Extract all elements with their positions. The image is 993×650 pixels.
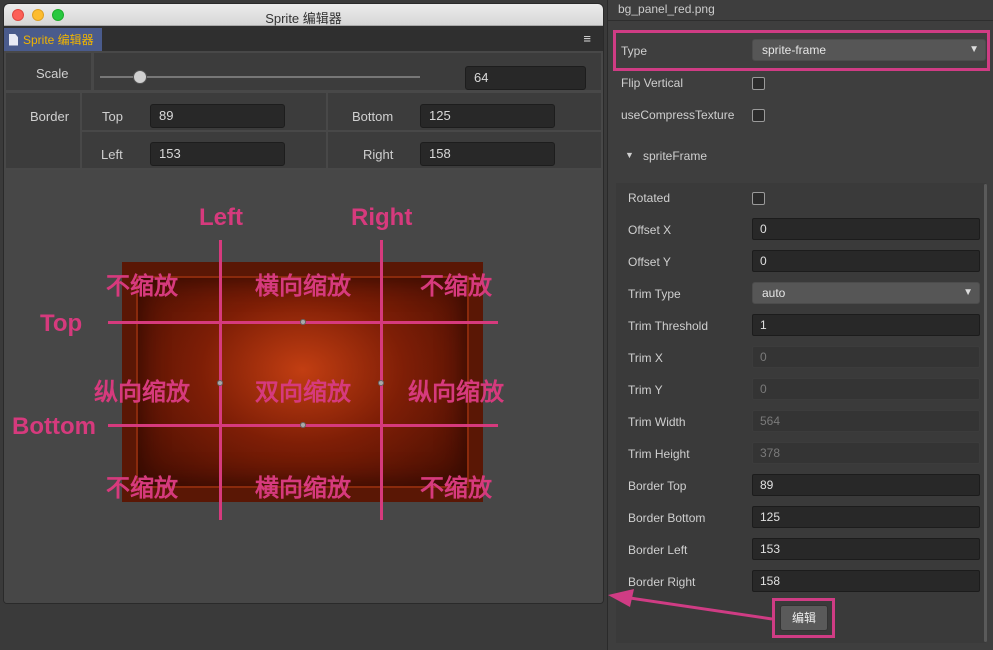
left-label: Left (101, 147, 123, 162)
trim-width-input: 564 (752, 410, 980, 432)
scale-slider-thumb[interactable] (133, 70, 147, 84)
tab-label: Sprite 编辑器 (23, 33, 94, 47)
border-left-input[interactable]: 153 (752, 538, 980, 560)
flip-vertical-label: Flip Vertical (621, 76, 684, 90)
type-highlight-box (613, 30, 990, 71)
border-left-label: Border Left (628, 543, 688, 557)
zone-bottom-left: 不缩放 (106, 475, 178, 502)
top-edge-label: Top (40, 310, 83, 337)
scale-input[interactable]: 64 (465, 66, 586, 90)
compress-texture-label: useCompressTexture (621, 108, 735, 122)
trim-width-label: Trim Width (628, 415, 686, 429)
zone-top-right: 不缩放 (420, 273, 492, 300)
zone-middle-right: 纵向缩放 (408, 379, 504, 406)
top-input[interactable]: 89 (150, 104, 285, 128)
zone-center: 双向缩放 (255, 379, 351, 406)
left-handle[interactable] (217, 380, 223, 386)
border-bottom-input[interactable]: 125 (752, 506, 980, 528)
dropdown-arrow-icon: ▼ (963, 287, 973, 298)
left-edge-label: Left (199, 204, 243, 231)
annotation-arrow-icon (608, 589, 773, 621)
collapse-triangle-icon[interactable]: ▼ (625, 150, 634, 160)
zone-top-left: 不缩放 (106, 273, 178, 300)
bottom-edge-label: Bottom (12, 413, 96, 440)
top-label: Top (102, 109, 123, 124)
border-bottom-label: Border Bottom (628, 511, 706, 525)
rotated-checkbox[interactable] (752, 192, 765, 205)
zone-middle-left: 纵向缩放 (94, 379, 190, 406)
document-icon (9, 33, 18, 46)
trim-type-label: Trim Type (628, 287, 681, 301)
offset-x-input[interactable]: 0 (752, 218, 980, 240)
divider (608, 20, 993, 21)
rotated-label: Rotated (628, 191, 671, 205)
trim-type-select[interactable]: auto ▼ (752, 282, 980, 304)
border-properties: Scale 64 Border Top 89 Bottom 125 Left 1… (4, 51, 603, 170)
inspector-panel: bg_panel_red.png Type sprite-frame ▼ Fli… (607, 0, 993, 650)
offset-y-label: Offset Y (628, 255, 671, 269)
right-label: Right (363, 147, 394, 162)
offset-y-input[interactable]: 0 (752, 250, 980, 272)
title-bar[interactable]: Sprite 编辑器 (4, 4, 603, 26)
bottom-label: Bottom (352, 109, 394, 124)
window-title: Sprite 编辑器 (265, 11, 342, 26)
compress-texture-checkbox[interactable] (752, 109, 765, 122)
trim-height-label: Trim Height (628, 447, 690, 461)
trim-x-input: 0 (752, 346, 980, 368)
border-right-input[interactable]: 158 (752, 570, 980, 592)
flip-vertical-checkbox[interactable] (752, 77, 765, 90)
scale-slider-track[interactable] (100, 76, 420, 78)
zone-bottom-center: 横向缩放 (255, 475, 351, 502)
border-top-input[interactable]: 89 (752, 474, 980, 496)
zone-bottom-right: 不缩放 (420, 475, 492, 502)
bottom-input[interactable]: 125 (420, 104, 555, 128)
left-input[interactable]: 153 (150, 142, 285, 166)
tab-sprite-editor[interactable]: Sprite 编辑器 (4, 28, 102, 51)
scale-label: Scale (36, 66, 69, 81)
trim-type-value: auto (762, 286, 786, 300)
trim-y-label: Trim Y (628, 383, 663, 397)
top-handle[interactable] (300, 319, 306, 325)
trim-x-label: Trim X (628, 351, 663, 365)
border-top-label: Border Top (628, 479, 687, 493)
right-input[interactable]: 158 (420, 142, 555, 166)
sprite-preview-canvas[interactable]: Left Right Top Bottom 不缩放 横向缩放 不缩放 纵向缩放 … (4, 170, 603, 603)
right-handle[interactable] (378, 380, 384, 386)
hamburger-icon[interactable]: ≡ (583, 31, 591, 46)
trim-y-input: 0 (752, 378, 980, 400)
tab-bar: Sprite 编辑器 ≡ (4, 26, 603, 51)
border-label: Border (30, 109, 70, 124)
trim-threshold-input[interactable]: 1 (752, 314, 980, 336)
trim-height-input: 378 (752, 442, 980, 464)
offset-x-label: Offset X (628, 223, 672, 237)
bottom-handle[interactable] (300, 422, 306, 428)
right-edge-label: Right (351, 204, 413, 231)
trim-threshold-label: Trim Threshold (628, 319, 709, 333)
sprite-frame-header[interactable]: spriteFrame (643, 149, 707, 163)
zone-top-center: 横向缩放 (255, 273, 351, 300)
file-name: bg_panel_red.png (618, 2, 715, 16)
border-label-cell (6, 93, 80, 168)
scrollbar[interactable] (984, 184, 987, 642)
sprite-editor-window: Sprite 编辑器 Sprite 编辑器 ≡ Scale 64 Border … (4, 4, 603, 603)
edit-highlight-box (772, 598, 835, 638)
